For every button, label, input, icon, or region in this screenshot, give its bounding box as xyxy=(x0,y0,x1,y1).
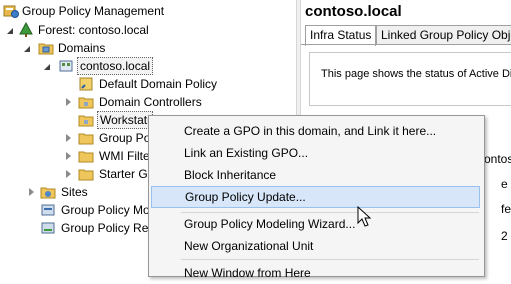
menu-item-label: Group Policy Modeling Wizard... xyxy=(184,217,356,231)
details-text-fragment: fe xyxy=(501,202,511,216)
menu-item-new-ou[interactable]: New Organizational Unit xyxy=(151,235,480,257)
tree-label: Sites xyxy=(61,185,88,199)
details-text-fragment: e xyxy=(501,177,508,191)
tree-label: Default Domain Policy xyxy=(99,77,218,91)
collapsed-triangle-icon[interactable] xyxy=(27,183,37,201)
tree-label: WMI Filte xyxy=(99,149,150,163)
expanded-triangle-icon[interactable] xyxy=(43,57,53,75)
menu-item-label: New Window from Here xyxy=(184,266,311,280)
gpo-folder-icon xyxy=(78,133,94,145)
wmi-folder-icon xyxy=(78,151,94,163)
menu-item-create-gpo[interactable]: Create a GPO in this domain, and Link it… xyxy=(151,120,480,142)
details-text-fragment: ontos xyxy=(484,152,511,166)
tree-label-selected: contoso.local xyxy=(77,57,154,75)
context-menu: Create a GPO in this domain, and Link it… xyxy=(148,115,485,280)
results-icon xyxy=(41,222,55,234)
collapsed-triangle-icon[interactable] xyxy=(64,147,74,165)
tab-strip: Infra Status Linked Group Policy Objects xyxy=(305,25,511,46)
tree-node-group-policy-management[interactable]: Group Policy Management xyxy=(0,2,296,20)
tree-node-contoso-local[interactable]: contoso.local xyxy=(0,57,296,75)
ou-folder-icon xyxy=(78,115,94,127)
menu-item-modeling-wizard[interactable]: Group Policy Modeling Wizard... xyxy=(151,213,480,235)
collapsed-triangle-icon[interactable] xyxy=(64,129,74,147)
tab-infra-status[interactable]: Infra Status xyxy=(305,25,377,46)
tree-label: Forest: contoso.local xyxy=(38,23,149,37)
tree-label: Group Policy Management xyxy=(22,4,165,18)
tree-node-domain-controllers[interactable]: Domain Controllers xyxy=(0,93,296,111)
menu-item-label: Group Policy Update... xyxy=(185,190,306,204)
status-description: This page shows the status of Active Di xyxy=(321,68,511,80)
menu-item-label: New Organizational Unit xyxy=(184,239,314,253)
expanded-triangle-icon[interactable] xyxy=(23,39,33,57)
expanded-triangle-icon[interactable] xyxy=(6,21,16,39)
tab-linked-gpos[interactable]: Linked Group Policy Objects xyxy=(376,25,511,45)
forest-icon xyxy=(19,22,33,37)
menu-item-label: Block Inheritance xyxy=(184,168,277,182)
details-banner: contoso.local xyxy=(301,0,511,24)
gpo-link-icon xyxy=(79,77,93,91)
starter-gpo-folder-icon xyxy=(78,169,94,181)
menu-item-new-window[interactable]: New Window from Here xyxy=(151,262,480,284)
domains-folder-icon xyxy=(38,43,54,55)
page-title: contoso.local xyxy=(305,3,402,20)
tree-label: Group Policy Mo xyxy=(61,203,150,217)
collapsed-triangle-icon[interactable] xyxy=(64,165,74,183)
tree-node-domains[interactable]: Domains xyxy=(0,39,296,57)
mouse-pointer-icon xyxy=(357,206,372,227)
menu-separator xyxy=(181,259,479,260)
gpm-console-icon xyxy=(3,5,19,18)
tab-divider xyxy=(301,44,511,45)
menu-item-label: Link an Existing GPO... xyxy=(184,146,309,160)
menu-item-label: Create a GPO in this domain, and Link it… xyxy=(184,124,437,138)
tree-label: Domain Controllers xyxy=(99,95,202,109)
details-text-fragment: 2 xyxy=(501,229,508,243)
ou-folder-icon xyxy=(78,97,94,109)
menu-item-block-inheritance[interactable]: Block Inheritance xyxy=(151,164,480,186)
menu-item-group-policy-update[interactable]: Group Policy Update... xyxy=(151,186,480,208)
tree-label-highlighted: Workstati xyxy=(97,111,153,129)
tree-node-default-domain-policy[interactable]: Default Domain Policy xyxy=(0,75,296,93)
tree-label: Domains xyxy=(58,41,106,55)
status-panel: This page shows the status of Active Di xyxy=(309,52,511,106)
tree-label: Group Po xyxy=(99,131,151,145)
domain-icon xyxy=(59,60,73,72)
sites-icon xyxy=(40,187,56,199)
tree-node-forest[interactable]: Forest: contoso.local xyxy=(0,21,296,39)
collapsed-triangle-icon[interactable] xyxy=(64,93,74,111)
modeling-icon xyxy=(41,204,55,216)
menu-item-link-existing-gpo[interactable]: Link an Existing GPO... xyxy=(151,142,480,164)
tree-label: Group Policy Res xyxy=(61,221,155,235)
